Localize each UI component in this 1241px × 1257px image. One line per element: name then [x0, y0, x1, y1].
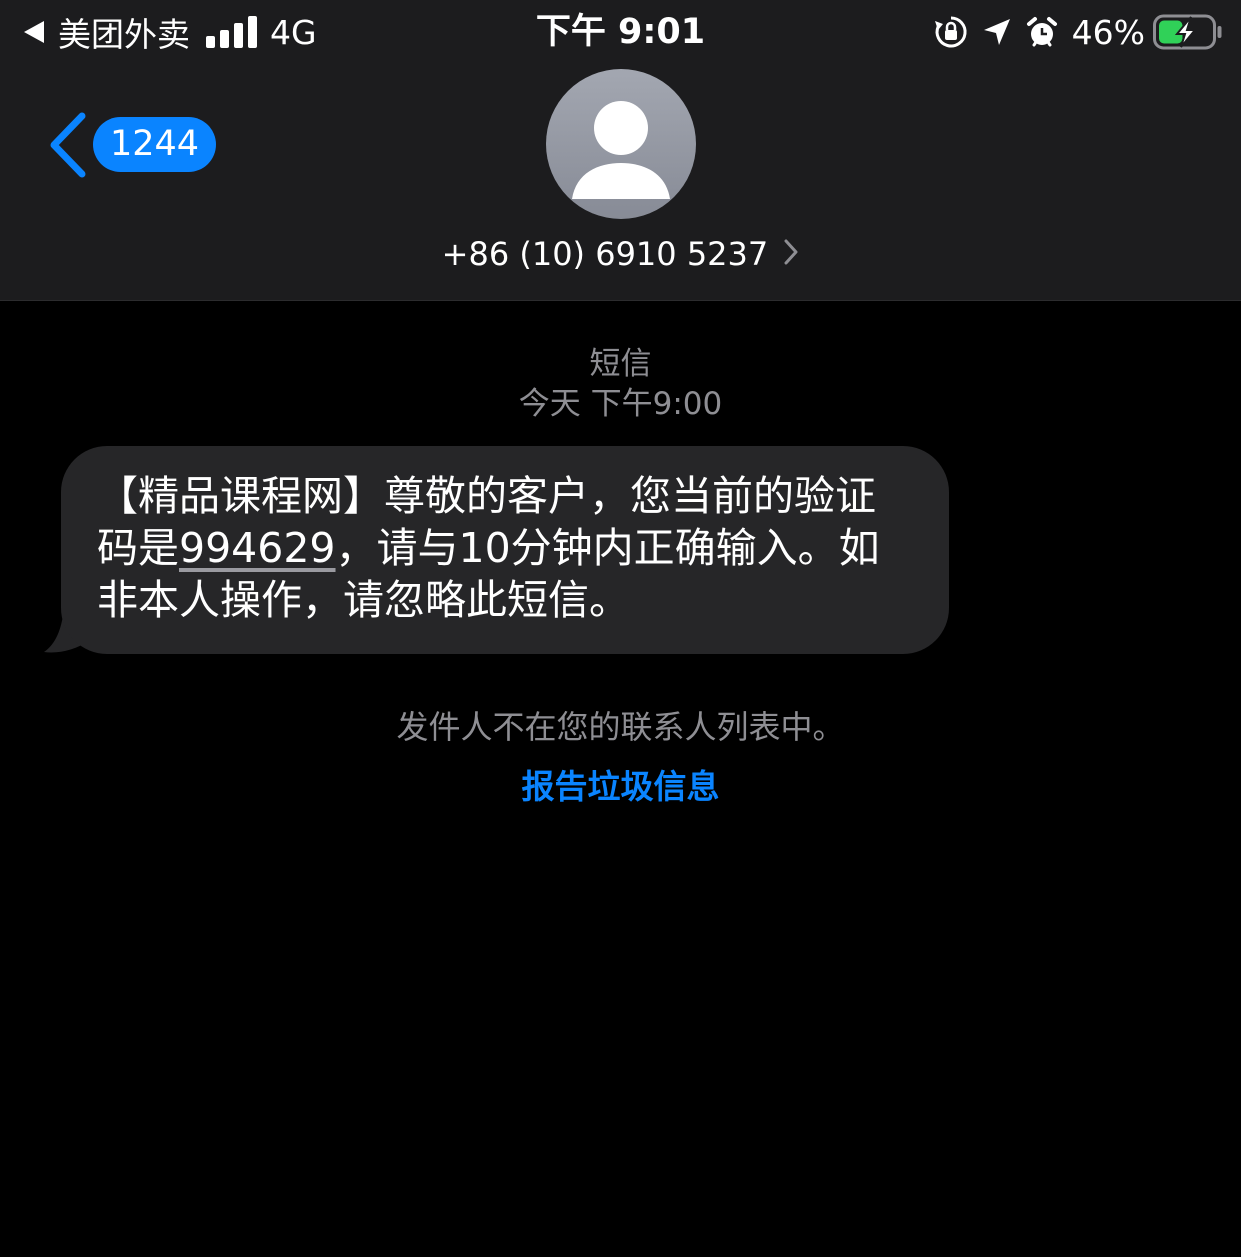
status-bar-right: 46% [920, 8, 1223, 56]
alarm-icon [1026, 16, 1058, 48]
chevron-right-icon [783, 238, 799, 270]
verification-code-link[interactable]: 994629 [179, 524, 336, 572]
service-label: 短信 [589, 346, 652, 382]
location-arrow-icon [982, 17, 1012, 47]
avatar[interactable] [546, 69, 696, 219]
contact-number: +86 (10) 6910 5237 [441, 235, 769, 273]
avatar-person-icon [572, 101, 670, 199]
report-junk-link[interactable]: 报告垃圾信息 [0, 760, 1241, 808]
battery-icon [1153, 14, 1223, 50]
sender-not-in-contacts-notice: 发件人不在您的联系人列表中。 [396, 708, 845, 746]
message-bubble[interactable]: 【精品课程网】尊敬的客户，您当前的验证码是994629，请与10分钟内正确输入。… [61, 446, 949, 654]
battery-percent-label: 46% [1071, 12, 1145, 52]
header-bar: 美团外卖 4G 下午 9:01 46% 1244 +86 (10) 6910 5… [0, 0, 1241, 301]
orientation-lock-icon [934, 15, 968, 49]
unread-count-badge[interactable]: 1244 [93, 117, 217, 172]
message-timestamp: 今天 下午9:00 [518, 386, 723, 422]
contact-details-button[interactable]: +86 (10) 6910 5237 [0, 232, 1241, 276]
chevron-left-icon[interactable] [48, 112, 88, 178]
